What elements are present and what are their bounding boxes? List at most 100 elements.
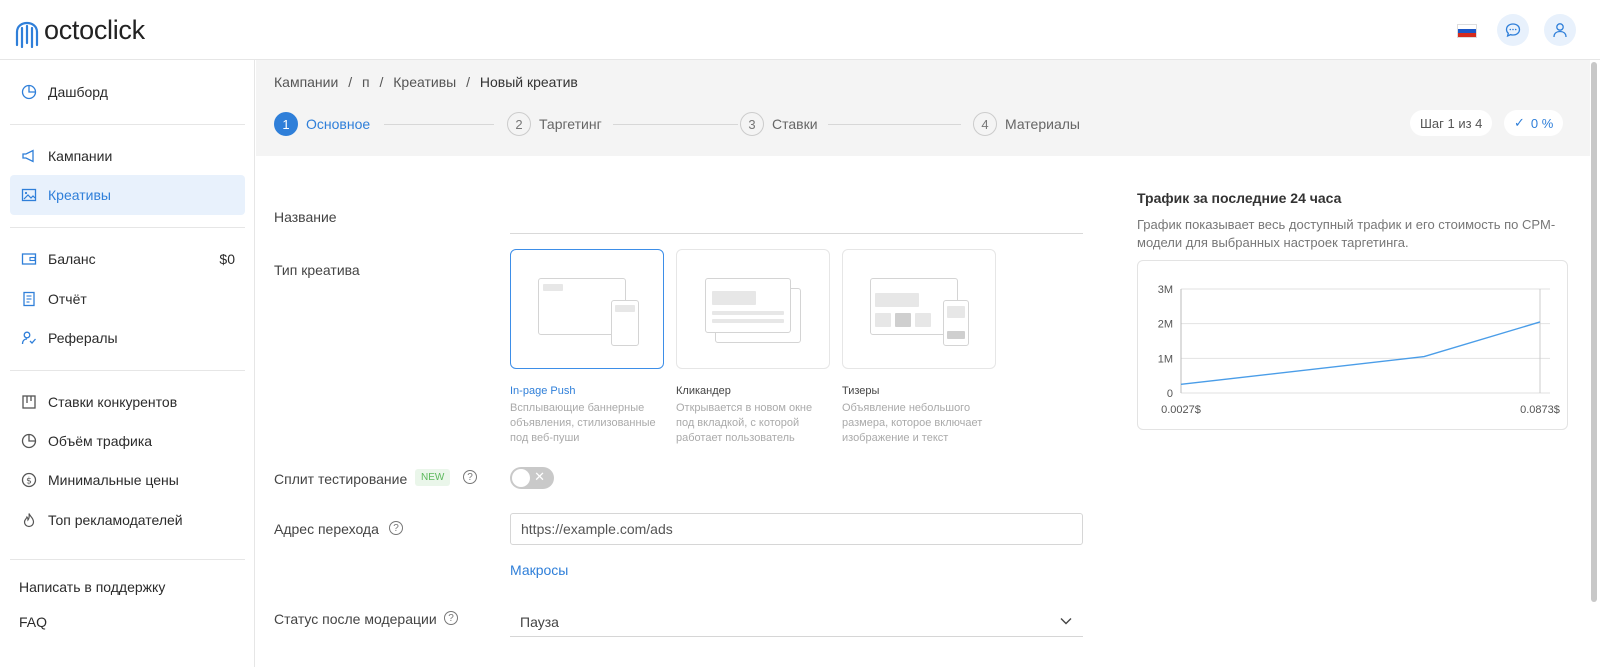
step-label: Основное xyxy=(306,116,371,132)
progress-badge: ✓ 0 % xyxy=(1504,110,1564,136)
step-label: Таргетинг xyxy=(539,116,602,132)
sidebar-item-traffic-volume[interactable]: Объём трафика xyxy=(10,421,245,461)
user-button[interactable] xyxy=(1544,14,1576,46)
help-icon[interactable]: ? xyxy=(444,611,458,625)
sidebar-item-dashboard[interactable]: Дашборд xyxy=(10,72,245,112)
sidebar-item-label: Кампании xyxy=(48,148,113,164)
breadcrumb-creatives[interactable]: Креативы xyxy=(393,74,456,90)
report-icon xyxy=(20,290,38,308)
step-number: 1 xyxy=(274,112,298,136)
traffic-chart: 0 1M 2M 3M 0.0027$ 0.0873$ xyxy=(1158,284,1560,416)
type-title: Тизеры xyxy=(842,385,880,397)
faq-link[interactable]: FAQ xyxy=(19,614,47,630)
referrals-icon xyxy=(20,329,38,347)
breadcrumb-separator: / xyxy=(466,74,470,90)
breadcrumb-current: Новый креатив xyxy=(479,74,578,90)
new-badge: NEW xyxy=(415,469,451,486)
step-targeting[interactable]: 2 Таргетинг xyxy=(507,112,602,136)
sidebar-item-label: Объём трафика xyxy=(48,433,153,449)
step-counter: Шаг 1 из 4 xyxy=(1410,110,1493,136)
megaphone-icon xyxy=(20,147,38,165)
type-description: Открывается в новом окне под вкладкой, с… xyxy=(676,402,813,444)
scrollbar[interactable] xyxy=(1591,62,1597,602)
phone-mock-icon xyxy=(943,300,969,346)
close-icon: ✕ xyxy=(534,469,545,484)
traffic-description: График показывает весь доступный трафик … xyxy=(1137,217,1556,250)
type-title: Кликандер xyxy=(676,385,731,397)
sidebar: Дашборд Кампании Креативы Баланс $0 Отчё… xyxy=(0,60,255,667)
step-connector xyxy=(613,124,738,125)
url-input[interactable] xyxy=(510,513,1083,545)
phone-mock-icon xyxy=(611,300,639,346)
breadcrumb-separator: / xyxy=(348,74,353,90)
traffic-icon xyxy=(20,432,38,450)
type-description: Объявление небольшого размера, которое в… xyxy=(842,402,983,444)
traffic-chart-card: 0 1M 2M 3M 0.0027$ 0.0873$ xyxy=(1137,260,1568,430)
status-value: Пауза xyxy=(520,613,559,630)
breadcrumb-campaign[interactable]: п xyxy=(362,74,370,90)
sidebar-item-top-advertisers[interactable]: Топ рекламодателей xyxy=(10,500,245,540)
dollar-icon: $ xyxy=(20,471,38,489)
sidebar-divider xyxy=(10,370,245,371)
browser-mock-icon xyxy=(705,278,791,333)
chat-button[interactable] xyxy=(1497,14,1529,46)
sidebar-item-label: Минимальные цены xyxy=(48,472,179,488)
fire-icon xyxy=(20,511,38,529)
chevron-down-icon xyxy=(1060,618,1072,625)
breadcrumb-campaigns[interactable]: Кампании xyxy=(274,74,338,90)
step-materials[interactable]: 4 Материалы xyxy=(973,112,1080,136)
toggle-knob xyxy=(512,469,530,487)
sidebar-item-creatives[interactable]: Креативы xyxy=(10,175,245,215)
sidebar-item-balance[interactable]: Баланс $0 xyxy=(10,239,245,279)
x-tick-label: 0.0873$ xyxy=(1520,404,1560,416)
step-number: 3 xyxy=(740,112,764,136)
sidebar-divider xyxy=(10,227,245,228)
sidebar-item-min-prices[interactable]: $ Минимальные цены xyxy=(10,460,245,500)
progress-value: 0 % xyxy=(1530,115,1554,131)
help-icon[interactable]: ? xyxy=(389,521,403,535)
step-bids[interactable]: 3 Ставки xyxy=(740,112,818,136)
type-description: Всплывающие баннерные объявления, стилиз… xyxy=(510,402,656,444)
sidebar-item-label: Топ рекламодателей xyxy=(48,512,183,528)
balance-value: $0 xyxy=(219,251,235,267)
breadcrumb-separator: / xyxy=(379,74,384,90)
name-input[interactable] xyxy=(510,233,1083,234)
help-icon[interactable]: ? xyxy=(463,470,477,484)
status-select[interactable]: Пауза xyxy=(510,607,1083,637)
sidebar-item-report[interactable]: Отчёт xyxy=(10,279,245,319)
top-header: octoclick xyxy=(0,0,1600,60)
macros-link[interactable]: Макросы xyxy=(510,562,568,578)
split-test-label: Сплит тестирование xyxy=(274,471,408,487)
y-tick-label: 2M xyxy=(1158,319,1173,331)
traffic-title: Трафик за последние 24 часа xyxy=(1137,190,1342,206)
step-number: 2 xyxy=(507,112,531,136)
sidebar-item-campaigns[interactable]: Кампании xyxy=(10,136,245,176)
sidebar-item-label: Баланс xyxy=(48,251,96,267)
step-connector xyxy=(828,124,961,125)
sidebar-divider xyxy=(10,559,245,560)
logo[interactable]: octoclick xyxy=(14,10,145,50)
sidebar-item-referrals[interactable]: Рефералы xyxy=(10,318,245,358)
sidebar-item-label: Рефералы xyxy=(48,330,118,346)
sidebar-item-competitor-bids[interactable]: Ставки конкурентов xyxy=(10,382,245,422)
type-title: In-page Push xyxy=(510,385,576,397)
svg-text:$: $ xyxy=(26,477,32,487)
step-label: Ставки xyxy=(772,116,818,132)
creative-type-clickunder[interactable] xyxy=(676,249,830,369)
octopus-logo-icon xyxy=(15,21,39,48)
image-icon xyxy=(20,186,38,204)
split-test-toggle[interactable]: ✕ xyxy=(510,467,554,489)
user-icon xyxy=(1553,23,1567,38)
check-icon: ✓ xyxy=(1514,115,1525,130)
x-tick-label: 0.0027$ xyxy=(1161,404,1201,416)
creative-type-teasers[interactable] xyxy=(842,249,996,369)
name-label: Название xyxy=(274,209,337,225)
y-tick-label: 1M xyxy=(1158,353,1173,365)
creative-type-inpage-push[interactable] xyxy=(510,249,664,369)
status-label: Статус после модерации xyxy=(274,611,437,627)
step-main[interactable]: 1 Основное xyxy=(274,112,370,136)
support-link[interactable]: Написать в поддержку xyxy=(19,579,165,595)
step-label: Материалы xyxy=(1005,116,1080,132)
russian-flag-icon[interactable] xyxy=(1457,24,1477,38)
sidebar-item-label: Отчёт xyxy=(48,291,87,307)
